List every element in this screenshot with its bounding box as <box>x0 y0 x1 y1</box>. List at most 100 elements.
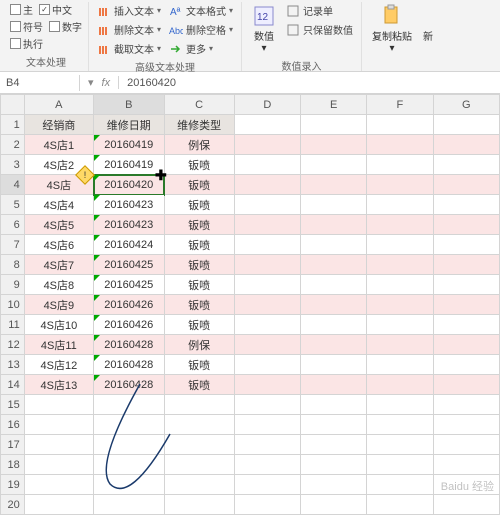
cell[interactable] <box>433 115 500 135</box>
cell[interactable]: 钣喷 <box>164 215 234 235</box>
numeric-button[interactable]: 12数值▾ <box>248 2 280 56</box>
new-button[interactable]: 新 <box>420 2 436 45</box>
cell[interactable] <box>367 435 433 455</box>
cell[interactable] <box>433 355 500 375</box>
row-header[interactable]: 9 <box>1 275 25 295</box>
row-header[interactable]: 11 <box>1 315 25 335</box>
cell[interactable] <box>300 335 366 355</box>
col-header-B[interactable]: B <box>94 95 165 115</box>
cell[interactable]: 钣喷 <box>164 355 234 375</box>
cell[interactable] <box>164 455 234 475</box>
cell[interactable] <box>367 315 433 335</box>
cell[interactable] <box>433 295 500 315</box>
cell[interactable]: 4S店13 <box>24 375 93 395</box>
cell[interactable]: 钣喷 <box>164 235 234 255</box>
more-button[interactable]: 更多▾ <box>167 40 235 57</box>
cell[interactable] <box>234 415 300 435</box>
cut-text-button[interactable]: 截取文本▾ <box>95 40 163 57</box>
col-header-C[interactable]: C <box>164 95 234 115</box>
cell[interactable]: 4S店4 <box>24 195 93 215</box>
col-header-F[interactable]: F <box>367 95 433 115</box>
insert-text-button[interactable]: 插入文本▾ <box>95 2 163 19</box>
cell[interactable] <box>234 295 300 315</box>
cell[interactable] <box>164 415 234 435</box>
cell[interactable]: 钣喷 <box>164 375 234 395</box>
cell[interactable] <box>24 435 93 455</box>
row-header[interactable]: 16 <box>1 415 25 435</box>
format-text-button[interactable]: Aª文本格式▾ <box>167 2 235 19</box>
cell[interactable]: 20160426 <box>94 295 165 315</box>
cell[interactable] <box>433 195 500 215</box>
cell[interactable]: 20160419 <box>94 135 165 155</box>
delete-text-button[interactable]: 删除文本▾ <box>95 21 163 38</box>
cell[interactable] <box>234 135 300 155</box>
cell[interactable]: 4S店12 <box>24 355 93 375</box>
cell[interactable]: 20160428 <box>94 335 165 355</box>
cell[interactable] <box>433 315 500 335</box>
cell[interactable] <box>367 275 433 295</box>
checkbox-执行[interactable]: 执行 <box>10 36 43 51</box>
cell[interactable] <box>300 255 366 275</box>
cell[interactable] <box>367 255 433 275</box>
cell[interactable]: 钣喷 <box>164 275 234 295</box>
cell[interactable]: 20160419 <box>94 155 165 175</box>
col-header-D[interactable]: D <box>234 95 300 115</box>
cell[interactable] <box>24 475 93 495</box>
namebox-dd-icon[interactable]: ▾ <box>88 76 94 89</box>
cell[interactable] <box>234 175 300 195</box>
row-header[interactable]: 2 <box>1 135 25 155</box>
cell[interactable] <box>367 375 433 395</box>
cell[interactable] <box>433 255 500 275</box>
select-all[interactable] <box>1 95 25 115</box>
cell[interactable]: 钣喷 <box>164 295 234 315</box>
cell[interactable]: 4S店5 <box>24 215 93 235</box>
cell[interactable] <box>24 455 93 475</box>
cell[interactable] <box>24 495 93 515</box>
cell[interactable] <box>24 415 93 435</box>
row-header[interactable]: 8 <box>1 255 25 275</box>
cell[interactable]: 钣喷 <box>164 255 234 275</box>
cell[interactable] <box>367 475 433 495</box>
cell[interactable] <box>433 375 500 395</box>
cell[interactable] <box>94 475 165 495</box>
row-header[interactable]: 13 <box>1 355 25 375</box>
cell[interactable] <box>300 315 366 335</box>
cell[interactable] <box>300 275 366 295</box>
cell[interactable] <box>433 155 500 175</box>
cell[interactable]: 20160426 <box>94 315 165 335</box>
row-header[interactable]: 6 <box>1 215 25 235</box>
cell[interactable] <box>300 415 366 435</box>
cell[interactable]: 20160423 <box>94 195 165 215</box>
cell[interactable]: 经销商 <box>24 115 93 135</box>
cell[interactable]: 20160424 <box>94 235 165 255</box>
cell[interactable] <box>94 435 165 455</box>
cell[interactable] <box>367 115 433 135</box>
cell[interactable] <box>300 175 366 195</box>
cell[interactable] <box>300 235 366 255</box>
cell[interactable] <box>234 255 300 275</box>
cell[interactable] <box>234 335 300 355</box>
cell[interactable] <box>234 215 300 235</box>
checkbox-符号[interactable]: 符号 <box>10 19 43 34</box>
cell[interactable]: 4S店9 <box>24 295 93 315</box>
cell[interactable] <box>164 435 234 455</box>
cell[interactable] <box>234 475 300 495</box>
row-header[interactable]: 7 <box>1 235 25 255</box>
fx-icon[interactable]: fx <box>102 77 111 89</box>
cell[interactable] <box>234 155 300 175</box>
cell[interactable] <box>433 395 500 415</box>
col-header-G[interactable]: G <box>433 95 500 115</box>
cell[interactable] <box>367 295 433 315</box>
cell[interactable] <box>367 235 433 255</box>
cell[interactable]: 钣喷 <box>164 315 234 335</box>
cell[interactable] <box>234 375 300 395</box>
cell[interactable] <box>433 175 500 195</box>
cell[interactable] <box>433 415 500 435</box>
cell[interactable]: 4S店7 <box>24 255 93 275</box>
delete-space-button[interactable]: Abc删除空格▾ <box>167 21 235 38</box>
cell[interactable] <box>367 455 433 475</box>
row-header[interactable]: 3 <box>1 155 25 175</box>
cell[interactable] <box>367 355 433 375</box>
cell[interactable] <box>234 495 300 515</box>
row-header[interactable]: 10 <box>1 295 25 315</box>
